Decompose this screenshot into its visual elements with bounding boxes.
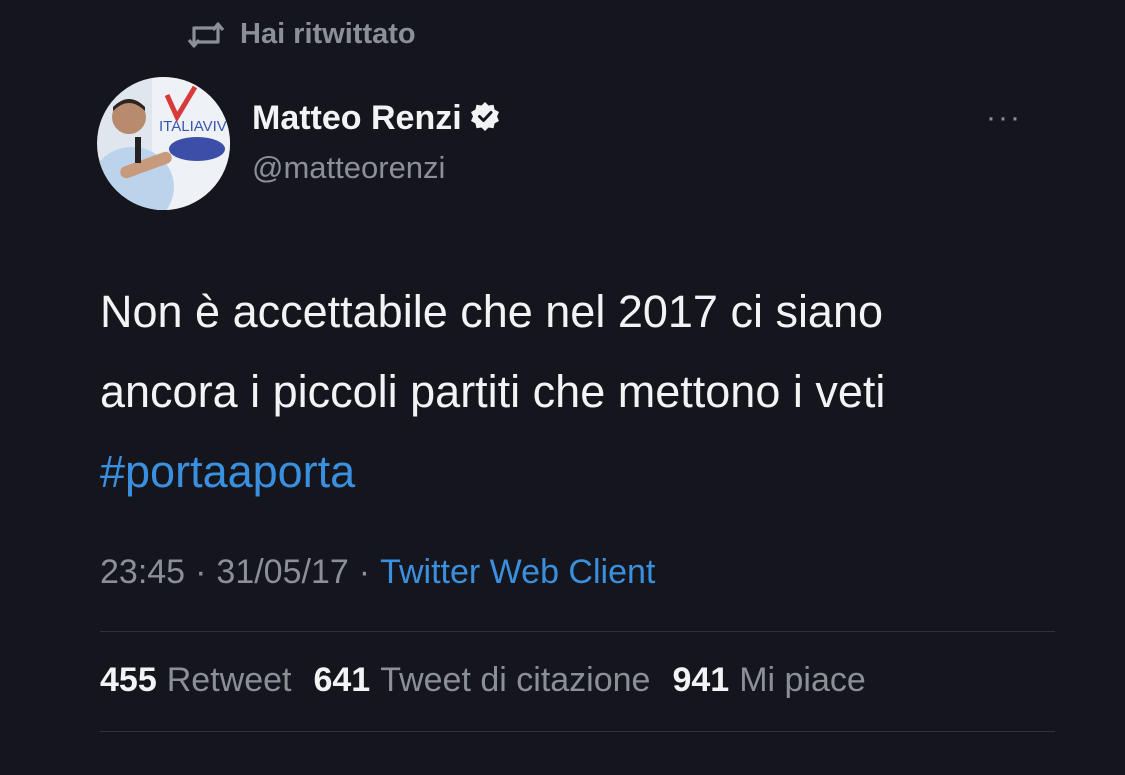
tweet-date[interactable]: 31/05/17 xyxy=(216,553,348,592)
stat-value: 455 xyxy=(100,661,157,699)
stat-label: Retweet xyxy=(166,661,292,699)
retweet-notice: Hai ritwittato xyxy=(186,18,416,51)
author-name-row: Matteo Renzi xyxy=(252,99,500,138)
stat-value: 941 xyxy=(672,661,730,699)
divider xyxy=(100,731,1055,732)
stat-label: Mi piace xyxy=(739,661,866,699)
author-handle[interactable]: @matteorenzi xyxy=(252,150,445,186)
tweet-source-link[interactable]: Twitter Web Client xyxy=(380,553,655,592)
avatar[interactable]: ITALIAVIV xyxy=(97,77,230,210)
tweet-time[interactable]: 23:45 xyxy=(100,553,185,592)
verified-badge-icon xyxy=(470,101,500,136)
meta-separator: · xyxy=(358,553,371,591)
tweet-hashtag-link[interactable]: #portaaporta xyxy=(100,432,355,512)
retweet-notice-label: Hai ritwittato xyxy=(240,18,416,50)
author-name[interactable]: Matteo Renzi xyxy=(252,99,462,138)
stat-quote-tweets[interactable]: 641 Tweet di citazione xyxy=(313,661,650,700)
retweet-icon xyxy=(186,20,226,50)
stat-retweets[interactable]: 455 Retweet xyxy=(100,661,291,700)
tweet-text: Non è accettabile che nel 2017 ci siano … xyxy=(100,286,886,417)
stat-likes[interactable]: 941 Mi piace xyxy=(672,661,865,700)
stat-label: Tweet di citazione xyxy=(380,661,651,699)
stat-value: 641 xyxy=(313,661,371,699)
avatar-logo-text: ITALIAVIV xyxy=(159,118,227,135)
meta-separator: · xyxy=(195,553,207,591)
tweet-stats: 455 Retweet 641 Tweet di citazione 941 M… xyxy=(100,661,866,700)
tweet-meta: 23:45 · 31/05/17 · Twitter Web Client xyxy=(100,553,655,592)
divider xyxy=(100,631,1055,632)
more-options-icon[interactable]: ··· xyxy=(986,103,1022,133)
